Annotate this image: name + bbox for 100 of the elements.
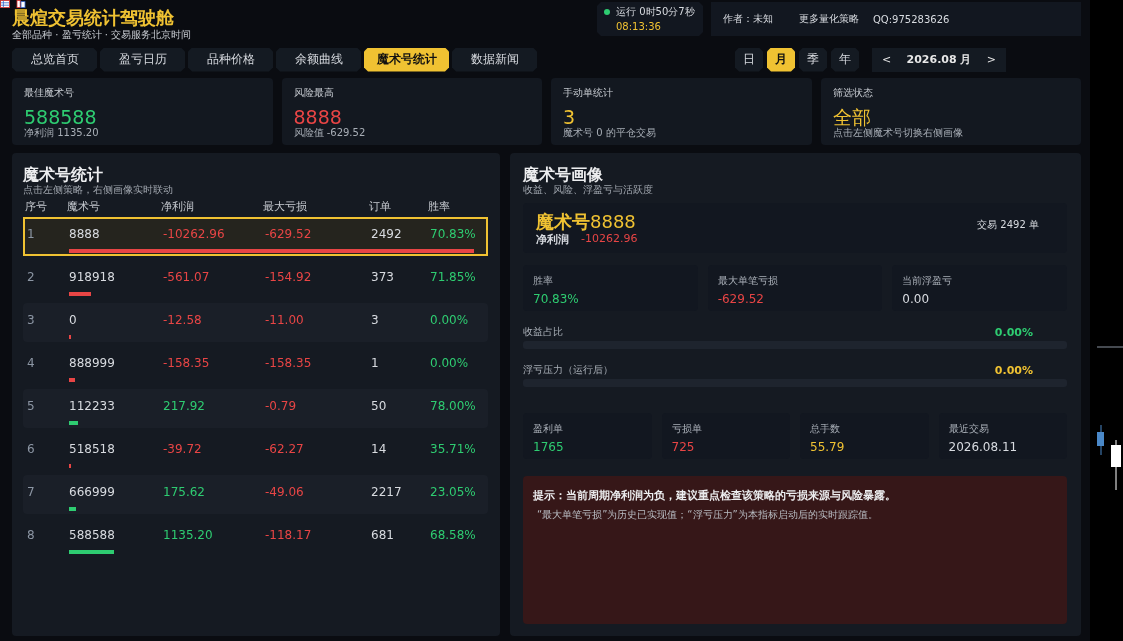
kpi-note: 魔术号 0 的平仓交易 xyxy=(563,127,657,139)
clock-time: 08:13:36 xyxy=(616,21,662,32)
meter-label: 收益占比 xyxy=(523,325,563,339)
order-count: 14 xyxy=(371,442,388,456)
period-button[interactable]: 月 xyxy=(767,47,795,72)
hint-title: 提示：当前周期净利润为负，建议重点检查该策略的亏损来源与风险暴露。 xyxy=(533,488,897,503)
hint-text: “最大单笔亏损”为历史已实现值；“浮亏压力”为本指标启动后的实时跟踪值。 xyxy=(536,508,879,522)
kpi-value: 588588 xyxy=(24,107,98,127)
kpi-title: 风险最高 xyxy=(293,86,335,100)
previous-button[interactable]: < xyxy=(878,53,896,66)
count-value: 55.79 xyxy=(810,440,846,454)
net-profit: -12.58 xyxy=(163,313,203,327)
profit-label: 净利润 xyxy=(536,232,569,247)
next-button[interactable]: > xyxy=(982,53,1000,66)
nav-tab[interactable]: 魔术号统计 xyxy=(364,47,449,72)
net-profit: -561.07 xyxy=(163,270,211,284)
max-loss: -62.27 xyxy=(265,442,305,456)
net-profit: 175.62 xyxy=(163,485,206,499)
win-rate: 70.83% xyxy=(430,227,477,241)
table-icon[interactable] xyxy=(0,0,10,8)
count-value: 2026.08.11 xyxy=(948,440,1019,454)
stat-value: -629.52 xyxy=(717,292,765,306)
magic-number: 518518 xyxy=(69,442,116,456)
kpi-note: 风险值 -629.52 xyxy=(293,127,367,139)
row-index: 5 xyxy=(27,399,36,413)
table-row[interactable]: 3 0 -12.58 -11.00 3 0.00% xyxy=(23,303,488,342)
nav-tab[interactable]: 盈亏日历 xyxy=(100,47,185,72)
panel-subtitle: 收益、风险、浮盈亏与活跃度 xyxy=(523,184,654,195)
meter-reading: 0.00% xyxy=(994,363,1033,377)
app-title: 晨煊交易统计驾驶舱 xyxy=(12,8,174,28)
column-header: 序号 xyxy=(25,199,48,214)
period-button[interactable]: 年 xyxy=(831,47,859,72)
count-label: 亏损单 xyxy=(671,422,703,436)
row-index: 7 xyxy=(27,485,36,499)
qq-contact: QQ:975283626 xyxy=(873,13,950,25)
kpi-note: 点击左侧魔术号切换右侧画像 xyxy=(832,127,964,139)
row-index: 8 xyxy=(27,528,36,542)
magic-number: 666999 xyxy=(69,485,116,499)
panel-title: 魔术号统计 xyxy=(23,165,104,184)
table-row[interactable]: 7 666999 175.62 -49.06 2217 23.05% xyxy=(23,475,488,514)
table-row[interactable]: 8 588588 1135.20 -118.17 681 68.58% xyxy=(23,518,488,557)
magic-number: 588588 xyxy=(69,528,116,542)
magic-number: 918918 xyxy=(69,270,116,284)
more-strategies-link[interactable]: 更多量化策略 xyxy=(799,12,859,26)
profit-value: -10262.96 xyxy=(581,232,638,247)
count-label: 最近交易 xyxy=(948,422,990,436)
magic-heading: 魔术号8888 xyxy=(536,212,637,232)
column-header: 订单 xyxy=(369,199,392,214)
kpi-title: 手动单统计 xyxy=(563,86,614,100)
magic-number: 0 xyxy=(69,313,78,327)
nav-tab[interactable]: 余额曲线 xyxy=(276,47,361,72)
document-icon[interactable] xyxy=(16,0,26,8)
stat-value: 70.83% xyxy=(533,292,580,306)
column-header: 净利润 xyxy=(161,199,195,214)
nav-tab[interactable]: 品种价格 xyxy=(188,47,273,72)
kpi-title: 最佳魔术号 xyxy=(24,86,75,100)
order-count: 50 xyxy=(371,399,388,413)
win-rate: 78.00% xyxy=(430,399,477,413)
order-count: 2492 xyxy=(371,227,403,241)
stat-label: 当前浮盈亏 xyxy=(902,274,954,288)
column-header: 魔术号 xyxy=(67,199,101,214)
win-rate: 23.05% xyxy=(430,485,477,499)
max-loss: -0.79 xyxy=(265,399,298,413)
row-index: 2 xyxy=(27,270,36,284)
kpi-value: 8888 xyxy=(293,107,343,127)
table-row[interactable]: 6 518518 -39.72 -62.27 14 35.71% xyxy=(23,432,488,471)
row-index: 3 xyxy=(27,313,36,327)
order-count: 2217 xyxy=(371,485,403,499)
net-profit: -39.72 xyxy=(163,442,203,456)
nav-tab[interactable]: 数据新闻 xyxy=(452,47,537,72)
magic-number: 112233 xyxy=(69,399,116,413)
period-button[interactable]: 日 xyxy=(735,47,763,72)
nav-tab[interactable]: 总览首页 xyxy=(12,47,97,72)
net-profit: 217.92 xyxy=(163,399,206,413)
order-count: 1 xyxy=(371,356,380,370)
win-rate: 68.58% xyxy=(430,528,477,542)
magic-number: 888999 xyxy=(69,356,116,370)
period-button[interactable]: 季 xyxy=(799,47,827,72)
panel-subtitle: 点击左侧策略，右侧画像实时联动 xyxy=(23,184,174,195)
max-loss: -49.06 xyxy=(265,485,305,499)
order-count: 373 xyxy=(371,270,395,284)
table-row[interactable]: 5 112233 217.92 -0.79 50 78.00% xyxy=(23,389,488,428)
kpi-note: 净利润 1135.20 xyxy=(24,127,100,139)
column-header: 最大亏损 xyxy=(263,199,308,214)
count-value: 725 xyxy=(671,440,696,454)
kpi-value: 全部 xyxy=(832,107,872,127)
column-header: 胜率 xyxy=(428,199,451,214)
table-row[interactable]: 1 8888 -10262.96 -629.52 2492 70.83% xyxy=(23,217,488,256)
order-count: 3 xyxy=(371,313,380,327)
magic-number: 8888 xyxy=(69,227,101,241)
win-rate: 0.00% xyxy=(430,313,470,327)
max-loss: -158.35 xyxy=(265,356,313,370)
win-rate: 0.00% xyxy=(430,356,470,370)
table-row[interactable]: 2 918918 -561.07 -154.92 373 71.85% xyxy=(23,260,488,299)
win-rate: 35.71% xyxy=(430,442,477,456)
max-loss: -118.17 xyxy=(265,528,313,542)
meter-reading: 0.00% xyxy=(994,325,1033,339)
trade-count: 交易 2492 单 xyxy=(977,218,1039,232)
max-loss: -629.52 xyxy=(265,227,313,241)
table-row[interactable]: 4 888999 -158.35 -158.35 1 0.00% xyxy=(23,346,488,385)
